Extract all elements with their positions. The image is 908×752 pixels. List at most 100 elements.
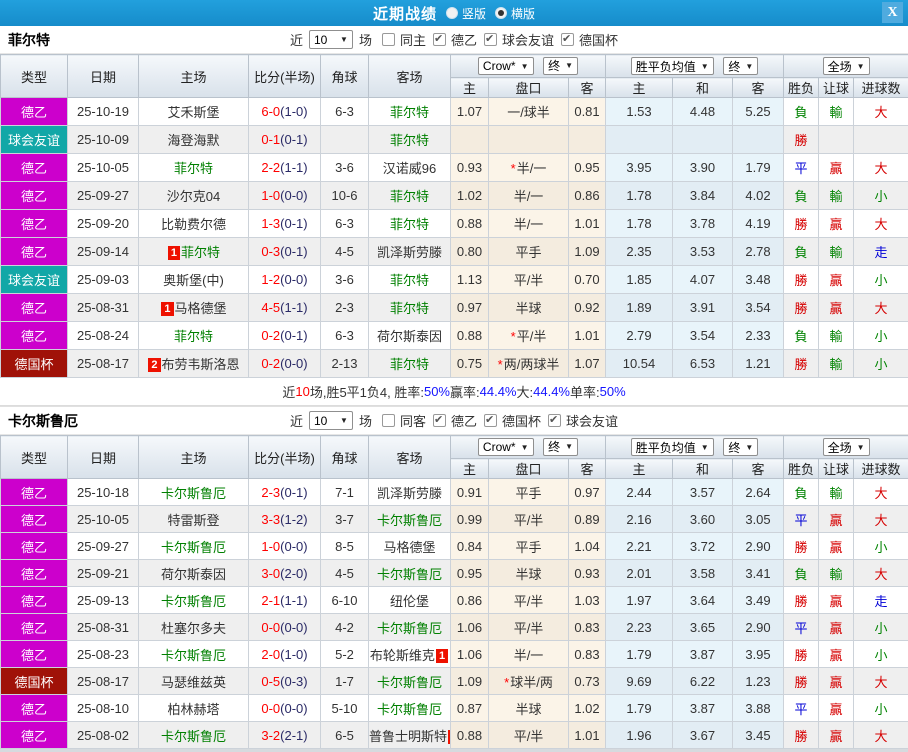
match-score: 2-3(0-1) (249, 479, 321, 506)
summary-text-part: 场,胜5平1负4, 胜率: (310, 382, 424, 401)
match-score: 1-0(0-0) (249, 182, 321, 210)
corner-count: 10-6 (321, 182, 369, 210)
asian-odds-group: Crow*▼ 终▼ (451, 436, 606, 459)
match-date: 25-09-27 (68, 533, 139, 560)
result-wdl: 勝 (784, 533, 819, 560)
match-row: 德乙 25-09-27 卡尔斯鲁厄 1-0(0-0) 8-5 马格德堡 0.84… (1, 533, 908, 560)
match-count-value: 10 (314, 414, 327, 428)
match-row: 德乙 25-08-23 卡尔斯鲁厄 2-0(1-0) 5-2 布轮斯维克1 1.… (1, 641, 908, 668)
odds-time-select[interactable]: 终▼ (543, 57, 578, 75)
asian-home-odds (451, 126, 489, 154)
asian-handicap: 平/半 (489, 614, 569, 641)
result-wdl: 平 (784, 506, 819, 533)
result-handicap (819, 126, 854, 154)
home-team: 特雷斯登 (139, 506, 249, 533)
euro-away-odds: 4.19 (733, 210, 784, 238)
match-type: 德乙 (1, 322, 68, 350)
score-full: 2-1 (261, 593, 280, 608)
asian-home-odds: 0.87 (451, 695, 489, 722)
match-row: 德乙 25-10-05 特雷斯登 3-3(1-2) 3-7 卡尔斯鲁厄 0.99… (1, 506, 908, 533)
summary-text-part: 44.4% (533, 384, 570, 399)
away-team: 凯泽斯劳滕 (369, 238, 451, 266)
corner-count: 5-10 (321, 695, 369, 722)
asian-handicap: 半球 (489, 294, 569, 322)
score-full: 0-2 (261, 356, 280, 371)
match-count-select[interactable]: 10▼ (309, 30, 353, 49)
bookmaker-select[interactable]: Crow*▼ (478, 438, 534, 456)
home-team: 柏林赫塔 (139, 695, 249, 722)
red-card-badge: 1 (161, 302, 173, 316)
match-type: 德国杯 (1, 350, 68, 378)
col-result-wdl: 胜负 (784, 459, 819, 479)
asian-home-odds: 0.86 (451, 587, 489, 614)
col-asian-handicap: 盘口 (489, 459, 569, 479)
away-team: 荷尔斯泰因 (369, 322, 451, 350)
score-half: (2-1) (280, 728, 307, 743)
asian-home-odds: 0.88 (451, 722, 489, 749)
result-wdl: 負 (784, 479, 819, 506)
result-goals: 小 (854, 533, 908, 560)
col-result-goals: 进球数 (854, 459, 908, 479)
bookmaker-select[interactable]: Crow*▼ (478, 57, 534, 75)
match-row: 德乙 25-08-31 杜塞尔多夫 0-0(0-0) 4-2 卡尔斯鲁厄 1.0… (1, 614, 908, 641)
corner-count: 3-6 (321, 154, 369, 182)
league-checkbox-label: 德国杯 (579, 30, 618, 49)
euro-away-odds: 3.48 (733, 266, 784, 294)
away-team: 菲尔特 (369, 294, 451, 322)
league-checkbox[interactable] (561, 33, 574, 46)
away-team: 卡尔斯鲁厄 (369, 560, 451, 587)
asian-handicap: *两/两球半 (489, 350, 569, 378)
match-score: 1-3(0-1) (249, 210, 321, 238)
euro-time-select[interactable]: 终▼ (723, 57, 758, 75)
euro-odds-group: 胜平负均值▼ 终▼ (606, 55, 784, 78)
euro-avg-select[interactable]: 胜平负均值▼ (631, 438, 714, 456)
asian-away-odds: 0.73 (569, 668, 606, 695)
asian-home-odds: 0.80 (451, 238, 489, 266)
away-team: 菲尔特 (369, 126, 451, 154)
home-team: 沙尔克04 (139, 182, 249, 210)
euro-away-odds: 2.90 (733, 614, 784, 641)
match-type: 德乙 (1, 294, 68, 322)
result-wdl: 負 (784, 560, 819, 587)
same-venue-label: 同主 (400, 30, 426, 49)
asian-away-odds: 0.83 (569, 614, 606, 641)
league-checkbox[interactable] (484, 414, 497, 427)
euro-avg-select[interactable]: 胜平负均值▼ (631, 57, 714, 75)
asian-home-odds: 0.88 (451, 322, 489, 350)
match-row: 德乙 25-08-10 柏林赫塔 0-0(0-0) 5-10 卡尔斯鲁厄 0.8… (1, 695, 908, 722)
close-icon[interactable]: X (882, 2, 903, 23)
match-count-select[interactable]: 10▼ (309, 411, 353, 430)
match-score: 0-3(0-1) (249, 238, 321, 266)
league-checkbox[interactable] (433, 414, 446, 427)
league-checkbox[interactable] (484, 33, 497, 46)
euro-time-select[interactable]: 终▼ (723, 438, 758, 456)
asian-home-odds: 1.06 (451, 641, 489, 668)
horizontal-layout-radio[interactable] (495, 7, 507, 19)
same-venue-checkbox[interactable] (382, 33, 395, 46)
score-full: 0-5 (261, 674, 280, 689)
asian-away-odds: 1.04 (569, 533, 606, 560)
score-half: (0-0) (280, 701, 307, 716)
score-full: 2-2 (261, 160, 280, 175)
vertical-layout-radio[interactable] (446, 7, 458, 19)
home-team: 卡尔斯鲁厄 (139, 641, 249, 668)
euro-home-odds: 2.79 (606, 322, 673, 350)
result-goals: 大 (854, 668, 908, 695)
euro-draw-odds: 3.53 (673, 238, 733, 266)
match-scope-select[interactable]: 全场▼ (823, 438, 870, 456)
summary-text-part: 单率: (570, 382, 600, 401)
match-score: 1-0(0-0) (249, 533, 321, 560)
asian-away-odds: 0.92 (569, 294, 606, 322)
asian-handicap: *半/一 (489, 154, 569, 182)
result-goals: 小 (854, 266, 908, 294)
same-venue-checkbox[interactable] (382, 414, 395, 427)
euro-home-odds: 1.96 (606, 722, 673, 749)
league-checkbox[interactable] (433, 33, 446, 46)
filters: 近 10▼ 场 同主 德乙球会友谊德国杯 (288, 30, 620, 49)
league-checkbox[interactable] (548, 414, 561, 427)
match-type: 德乙 (1, 695, 68, 722)
match-score: 2-1(1-1) (249, 587, 321, 614)
euro-home-odds: 1.97 (606, 587, 673, 614)
match-scope-select[interactable]: 全场▼ (823, 57, 870, 75)
odds-time-select[interactable]: 终▼ (543, 438, 578, 456)
